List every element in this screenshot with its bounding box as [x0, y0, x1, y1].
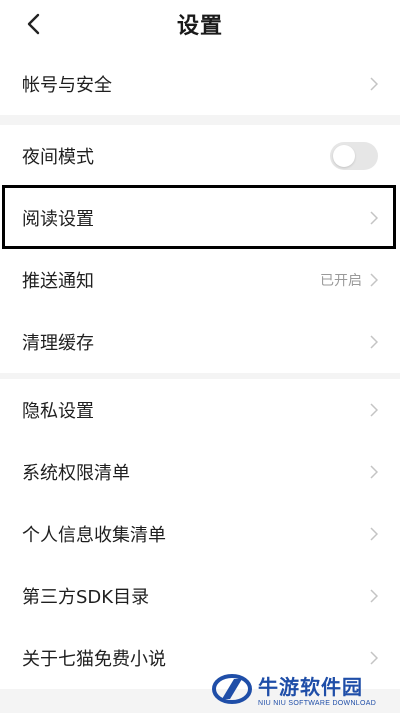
settings-group-privacy: 隐私设置 系统权限清单 个人信息收集清单 第三方SDK目录 关于七猫免费小说	[0, 379, 400, 689]
settings-item-reading-settings[interactable]: 阅读设置	[0, 187, 400, 249]
settings-item-system-permissions[interactable]: 系统权限清单	[0, 441, 400, 503]
settings-item-label: 夜间模式	[22, 147, 94, 168]
settings-item-label: 第三方SDK目录	[22, 587, 150, 608]
chevron-right-icon	[368, 526, 378, 542]
header: 设置	[0, 0, 400, 48]
chevron-right-icon	[368, 650, 378, 666]
watermark-subtitle: NIU NIU SOFTWARE DOWNLOAD	[258, 700, 377, 707]
settings-item-label: 清理缓存	[22, 333, 94, 354]
chevron-right-icon	[368, 464, 378, 480]
settings-item-clear-cache[interactable]: 清理缓存	[0, 311, 400, 373]
settings-group-account: 帐号与安全	[0, 53, 400, 115]
settings-item-night-mode: 夜间模式	[0, 125, 400, 187]
settings-item-account-security[interactable]: 帐号与安全	[0, 53, 400, 115]
night-mode-toggle[interactable]	[330, 142, 378, 170]
chevron-right-icon	[368, 272, 378, 288]
chevron-right-icon	[368, 334, 378, 350]
settings-item-label: 隐私设置	[22, 401, 94, 422]
settings-item-label: 个人信息收集清单	[22, 525, 166, 546]
group-separator	[0, 115, 400, 125]
status-text: 已开启	[320, 273, 362, 289]
settings-item-label: 帐号与安全	[22, 75, 112, 96]
settings-item-third-party-sdk[interactable]: 第三方SDK目录	[0, 565, 400, 627]
settings-item-push-notifications[interactable]: 推送通知 已开启	[0, 249, 400, 311]
chevron-right-icon	[368, 402, 378, 418]
watermark: 牛游软件园 NIU NIU SOFTWARE DOWNLOAD	[212, 668, 398, 710]
watermark-name: 牛游软件园	[258, 675, 363, 699]
settings-item-label: 系统权限清单	[22, 463, 130, 484]
toggle-knob	[333, 145, 355, 167]
settings-item-personal-info-list[interactable]: 个人信息收集清单	[0, 503, 400, 565]
chevron-right-icon	[368, 76, 378, 92]
chevron-right-icon	[368, 210, 378, 226]
settings-group-general: 夜间模式 阅读设置 推送通知 已开启 清理缓存	[0, 125, 400, 373]
settings-item-label: 推送通知	[22, 271, 94, 292]
chevron-right-icon	[368, 588, 378, 604]
page-title: 设置	[176, 14, 223, 39]
watermark-logo-icon	[212, 674, 252, 704]
settings-item-privacy-settings[interactable]: 隐私设置	[0, 379, 400, 441]
settings-item-label: 阅读设置	[22, 209, 94, 230]
